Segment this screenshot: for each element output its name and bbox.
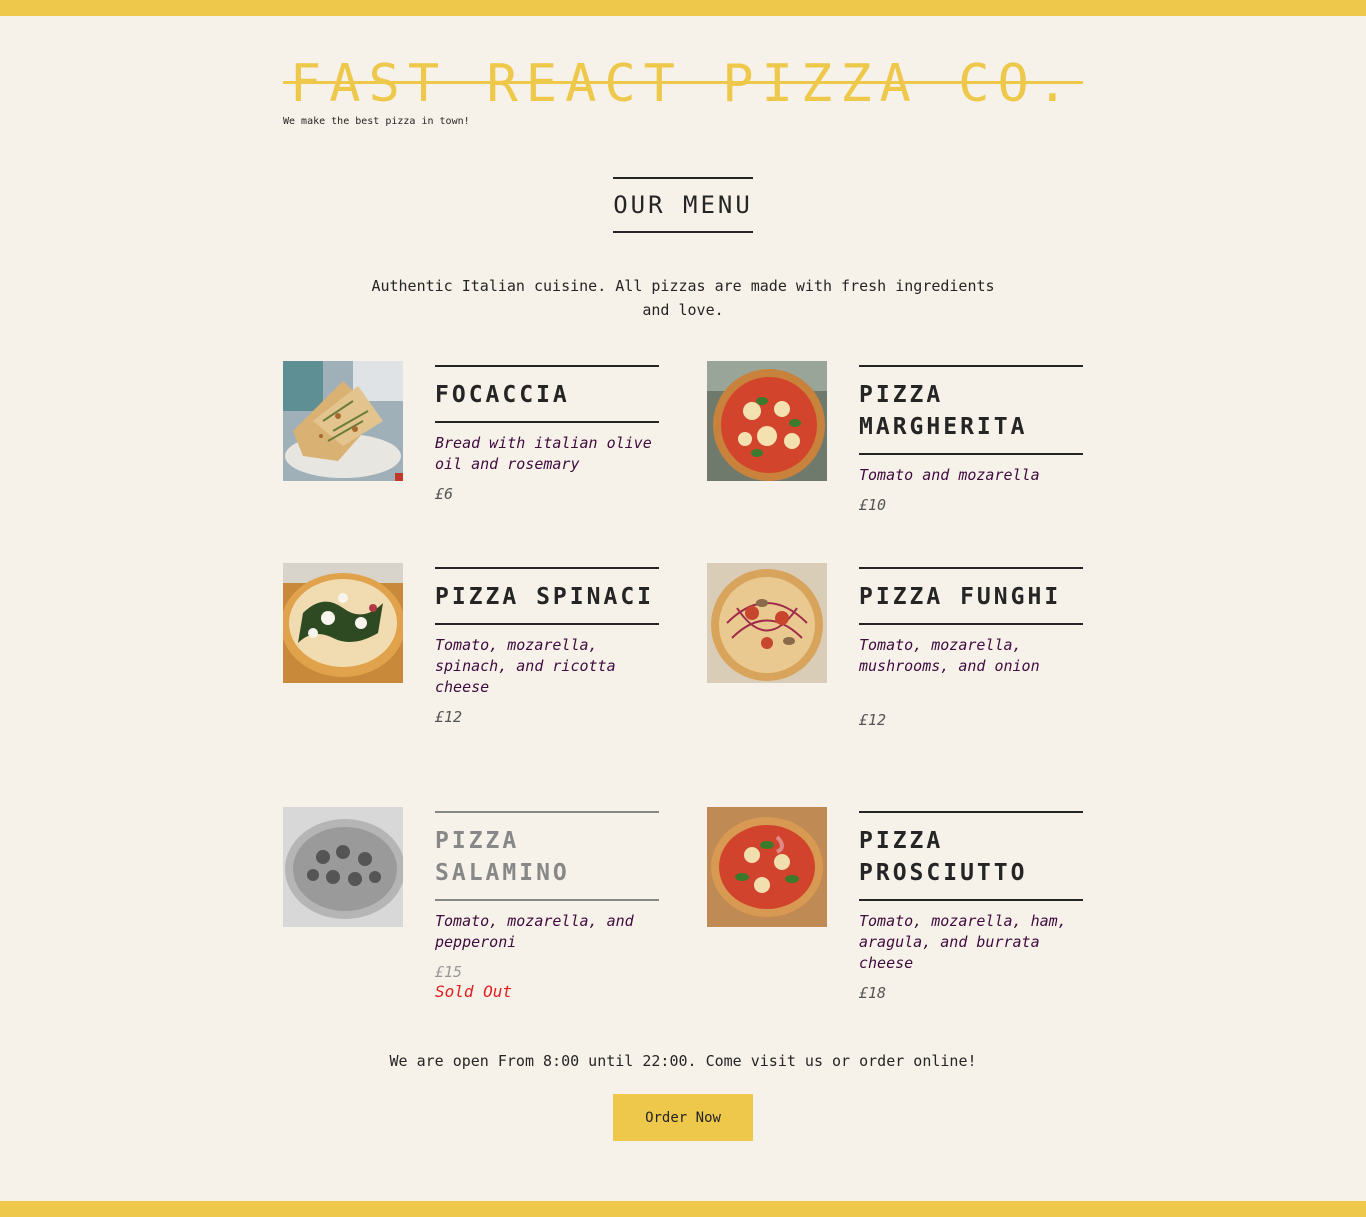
menu-item-info: PIZZA PROSCIUTTO Tomato, mozarella, ham,… (859, 811, 1083, 1002)
spinaci-image (283, 563, 403, 683)
menu-item-description: Tomato, mozarella, spinach, and ricotta … (435, 636, 616, 696)
opening-hours-text: We are open From 8:00 until 22:00. Come … (389, 1052, 977, 1070)
menu-item-salamino: PIZZA SALAMINO Tomato, mozarella, and pe… (283, 807, 659, 1007)
funghi-image (707, 563, 827, 683)
menu-item-description: Tomato, mozarella, ham, aragula, and bur… (859, 912, 1067, 972)
focaccia-image (283, 361, 403, 481)
menu-heading: OUR MENU (613, 177, 753, 233)
menu-item-price: £12 (435, 708, 463, 726)
margherita-image (707, 361, 827, 481)
menu-item-name: PIZZA MARGHERITA (859, 365, 1083, 455)
menu-item-info: FOCACCIA Bread with italian olive oil an… (435, 365, 659, 503)
menu-item-prosciutto: PIZZA PROSCIUTTO Tomato, mozarella, ham,… (707, 807, 1083, 1007)
top-accent-bar (0, 0, 1366, 16)
menu-item-focaccia: FOCACCIA Bread with italian olive oil an… (283, 361, 659, 561)
menu-item-description: Tomato, mozarella, mushrooms, and onion (859, 636, 1040, 675)
menu-item-name: PIZZA SPINACI (435, 567, 659, 625)
order-now-button[interactable]: Order Now (613, 1094, 753, 1141)
menu-item-price: £18 (859, 984, 887, 1002)
menu-item-name: PIZZA PROSCIUTTO (859, 811, 1083, 901)
menu-item-price: £6 (435, 485, 454, 503)
menu-item-price: £10 (859, 496, 887, 514)
menu-item-price: £15 (435, 963, 463, 981)
menu-item-description: Tomato and mozarella (859, 466, 1040, 484)
site-header: FAST REACT PIZZA CO. We make the best pi… (283, 16, 1083, 149)
site-tagline: We make the best pizza in town! (283, 116, 470, 127)
menu-item-funghi: PIZZA FUNGHI Tomato, mozarella, mushroom… (707, 563, 1083, 763)
page-container: FAST REACT PIZZA CO. We make the best pi… (283, 16, 1083, 1141)
menu-item-description: Tomato, mozarella, and pepperoni (435, 912, 634, 951)
menu-item-spinaci: PIZZA SPINACI Tomato, mozarella, spinach… (283, 563, 659, 763)
menu-item-info: PIZZA FUNGHI Tomato, mozarella, mushroom… (859, 567, 1083, 729)
menu-item-name: PIZZA SALAMINO (435, 811, 659, 901)
menu-item-price: £12 (859, 711, 887, 729)
sold-out-label: Sold Out (435, 982, 513, 1001)
salamino-image (283, 807, 403, 927)
menu-item-info: PIZZA SPINACI Tomato, mozarella, spinach… (435, 567, 659, 726)
site-title: FAST REACT PIZZA CO. (289, 54, 1077, 114)
menu-item-name: PIZZA FUNGHI (859, 567, 1083, 625)
bottom-accent-bar (0, 1201, 1366, 1217)
menu-item-info: PIZZA SALAMINO Tomato, mozarella, and pe… (435, 811, 659, 1003)
menu-item-name: FOCACCIA (435, 365, 659, 423)
menu-intro: Authentic Italian cuisine. All pizzas ar… (371, 277, 995, 319)
menu-item-description: Bread with italian olive oil and rosemar… (435, 434, 652, 473)
prosciutto-image (707, 807, 827, 927)
menu-item-margherita: PIZZA MARGHERITA Tomato and mozarella £1… (707, 361, 1083, 561)
menu-item-info: PIZZA MARGHERITA Tomato and mozarella £1… (859, 365, 1083, 514)
